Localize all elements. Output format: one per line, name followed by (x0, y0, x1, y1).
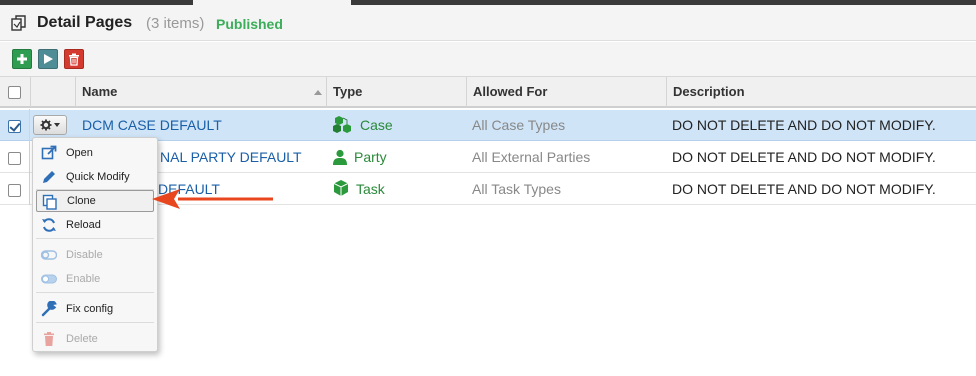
menu-item-reload[interactable]: Reload (36, 214, 154, 236)
select-all-checkbox[interactable] (8, 86, 21, 99)
row-type: Party (332, 142, 462, 173)
row-allowed-for: All Case Types (472, 117, 566, 133)
cube-icon (333, 180, 349, 196)
row-checkbox[interactable] (8, 120, 21, 133)
menu-separator (36, 238, 154, 239)
column-header-description[interactable]: Description (666, 77, 976, 107)
menu-item-fix-config[interactable]: Fix config (36, 298, 154, 320)
menu-item-enable[interactable]: Enable (36, 268, 154, 290)
menu-item-delete[interactable]: Delete (36, 328, 154, 350)
row-checkbox[interactable] (8, 184, 21, 197)
page-header: Detail Pages (3 items) Published (0, 5, 976, 41)
play-icon (44, 54, 53, 64)
refresh-icon (42, 218, 56, 232)
table-header: Name Type Allowed For Description (0, 76, 976, 108)
external-link-icon (41, 145, 57, 160)
menu-separator (36, 322, 154, 323)
menu-item-open[interactable]: Open (36, 142, 154, 164)
page-title: Detail Pages (37, 14, 133, 31)
run-button[interactable] (38, 49, 58, 69)
add-button[interactable] (12, 49, 32, 69)
row-actions-button[interactable] (33, 115, 67, 135)
trash-icon (69, 53, 79, 66)
pencil-icon (43, 171, 55, 183)
plus-icon (17, 54, 27, 64)
delete-button[interactable] (64, 49, 84, 69)
toolbar (0, 42, 976, 76)
row-context-menu: Open Quick Modify Clone Reload Disable E… (32, 137, 158, 352)
trash-icon (44, 332, 54, 346)
annotation-arrow (152, 189, 273, 209)
column-divider (29, 109, 30, 205)
toggle-off-icon (41, 250, 57, 260)
menu-item-clone[interactable]: Clone (36, 190, 154, 212)
chevron-down-icon (54, 123, 60, 127)
copy-icon (42, 194, 57, 210)
row-name-link[interactable]: NAL PARTY DEFAULT (160, 142, 325, 173)
column-header-allowed-for[interactable]: Allowed For (466, 77, 666, 107)
select-all-cell (0, 77, 30, 107)
gear-icon (40, 119, 52, 131)
row-checkbox[interactable] (8, 152, 21, 165)
pages-icon (11, 15, 26, 31)
menu-item-disable[interactable]: Disable (36, 244, 154, 266)
status-badge: Published (216, 16, 283, 32)
toggle-on-icon (41, 274, 57, 284)
column-header-name[interactable]: Name (75, 77, 326, 107)
menu-item-quick-modify[interactable]: Quick Modify (36, 166, 154, 188)
wrench-icon (41, 301, 57, 317)
item-count: (3 items) (146, 15, 205, 32)
row-type: Case (332, 110, 462, 141)
row-type: Task (332, 174, 462, 205)
row-allowed-for: All Task Types (472, 181, 561, 197)
actions-column-header (30, 77, 75, 107)
menu-separator (36, 292, 154, 293)
sort-ascending-icon (314, 90, 322, 95)
row-description: DO NOT DELETE AND DO NOT MODIFY. (672, 117, 936, 133)
row-description: DO NOT DELETE AND DO NOT MODIFY. (672, 181, 936, 197)
column-header-type[interactable]: Type (326, 77, 466, 107)
user-icon (333, 149, 347, 165)
row-description: DO NOT DELETE AND DO NOT MODIFY. (672, 149, 936, 165)
cubes-icon (333, 116, 351, 133)
row-allowed-for: All External Parties (472, 149, 591, 165)
